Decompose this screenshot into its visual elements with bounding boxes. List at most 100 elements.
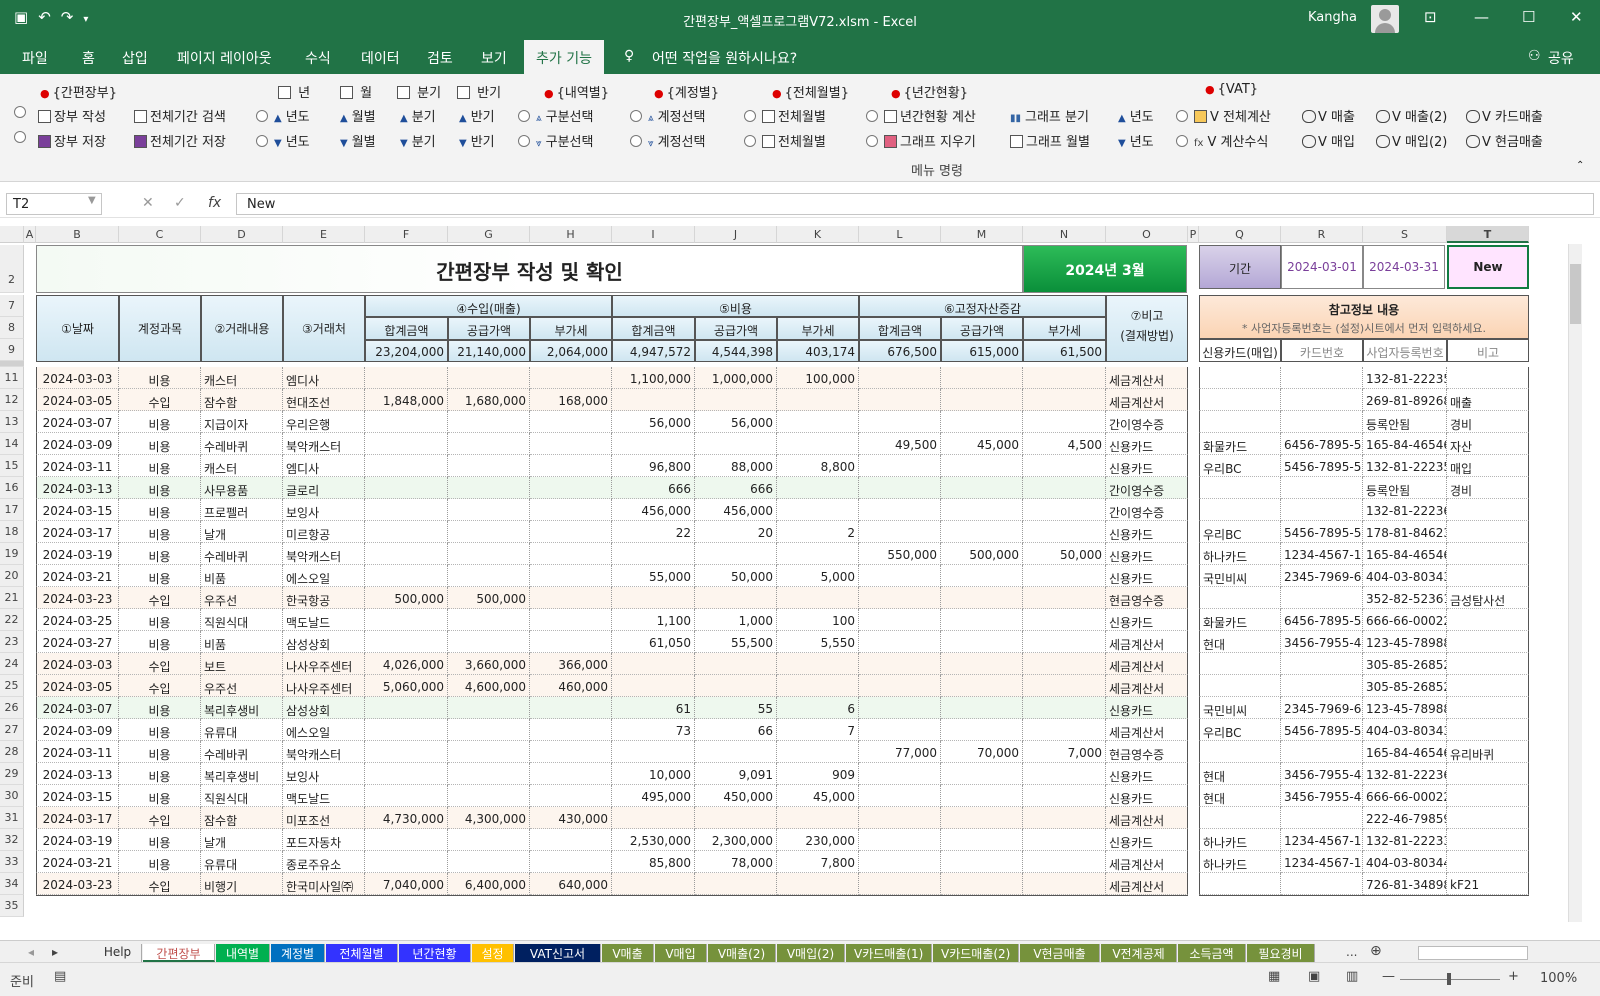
page-layout-view-icon[interactable]: ▣ bbox=[1308, 969, 1320, 984]
table-cell[interactable] bbox=[365, 851, 448, 873]
table-cell[interactable] bbox=[1199, 411, 1281, 433]
table-cell[interactable] bbox=[1023, 873, 1106, 895]
table-cell[interactable]: 자산 bbox=[1447, 433, 1529, 455]
page-break-view-icon[interactable]: ▥ bbox=[1346, 969, 1358, 984]
table-cell[interactable]: 96,800 bbox=[612, 455, 695, 477]
table-cell[interactable]: 2024-03-15 bbox=[36, 785, 119, 807]
table-cell[interactable] bbox=[1023, 521, 1106, 543]
table-cell[interactable]: 100,000 bbox=[777, 367, 859, 389]
table-cell[interactable]: 하나카드 bbox=[1199, 851, 1281, 873]
table-cell[interactable]: 신용카드 bbox=[1106, 455, 1188, 477]
table-cell[interactable] bbox=[448, 609, 530, 631]
table-cell[interactable]: 현대 bbox=[1199, 631, 1281, 653]
table-cell[interactable] bbox=[612, 807, 695, 829]
table-cell[interactable]: 세금계산서 bbox=[1106, 367, 1188, 389]
table-cell[interactable]: kF21 bbox=[1447, 873, 1529, 895]
table-cell[interactable] bbox=[1199, 653, 1281, 675]
table-cell[interactable] bbox=[448, 499, 530, 521]
year-up-button[interactable]: ▲ 년도 bbox=[256, 106, 310, 125]
table-cell[interactable] bbox=[365, 543, 448, 565]
table-cell[interactable]: 4,500 bbox=[1023, 433, 1106, 455]
table-cell[interactable] bbox=[941, 829, 1023, 851]
table-cell[interactable] bbox=[365, 433, 448, 455]
table-cell[interactable] bbox=[1199, 873, 1281, 895]
table-cell[interactable]: 2024-03-11 bbox=[36, 455, 119, 477]
table-cell[interactable]: 신용카드 bbox=[1106, 763, 1188, 785]
table-cell[interactable]: 수입 bbox=[119, 587, 201, 609]
table-cell[interactable] bbox=[1199, 367, 1281, 389]
table-cell[interactable]: 3,660,000 bbox=[448, 653, 530, 675]
table-cell[interactable]: 간이영수증 bbox=[1106, 499, 1188, 521]
table-cell[interactable] bbox=[1447, 829, 1529, 851]
table-cell[interactable]: 305-85-26852 bbox=[1363, 675, 1447, 697]
table-cell[interactable] bbox=[1281, 741, 1363, 763]
table-cell[interactable] bbox=[365, 455, 448, 477]
select-all-corner[interactable] bbox=[0, 226, 24, 243]
table-cell[interactable]: 신용카드 bbox=[1106, 785, 1188, 807]
table-cell[interactable] bbox=[530, 785, 612, 807]
table-cell[interactable] bbox=[365, 741, 448, 763]
table-cell[interactable] bbox=[1023, 697, 1106, 719]
table-cell[interactable] bbox=[530, 741, 612, 763]
table-cell[interactable]: 404-03-80344 bbox=[1363, 851, 1447, 873]
table-cell[interactable]: 9,091 bbox=[695, 763, 777, 785]
table-cell[interactable] bbox=[612, 543, 695, 565]
table-cell[interactable]: 금성탐사선 bbox=[1447, 587, 1529, 609]
table-cell[interactable]: 우리BC bbox=[1199, 719, 1281, 741]
full-period-save-button[interactable]: 전체기간 저장 bbox=[134, 131, 226, 150]
table-cell[interactable]: 비품 bbox=[201, 631, 283, 653]
table-cell[interactable] bbox=[448, 763, 530, 785]
share-icon[interactable]: ⚇ bbox=[1528, 48, 1541, 64]
row-header[interactable]: 9 bbox=[0, 339, 24, 361]
table-cell[interactable] bbox=[1199, 389, 1281, 411]
table-cell[interactable] bbox=[777, 741, 859, 763]
table-cell[interactable]: 직원식대 bbox=[201, 609, 283, 631]
account-select-up-button[interactable]: ⩓ 계정선택 bbox=[630, 106, 705, 125]
table-cell[interactable]: 한국항공 bbox=[283, 587, 365, 609]
table-cell[interactable]: 복리후생비 bbox=[201, 763, 283, 785]
table-cell[interactable] bbox=[365, 829, 448, 851]
row-header[interactable]: 34 bbox=[0, 873, 24, 895]
row-header[interactable]: 7 bbox=[0, 295, 24, 317]
table-cell[interactable]: 수레바퀴 bbox=[201, 543, 283, 565]
row-header[interactable]: 31 bbox=[0, 807, 24, 829]
table-cell[interactable] bbox=[859, 367, 941, 389]
sheet-tab[interactable]: 소득금액 bbox=[1178, 944, 1246, 962]
row-header[interactable]: 30 bbox=[0, 785, 24, 807]
table-cell[interactable]: 경비 bbox=[1447, 477, 1529, 499]
row-header[interactable]: 23 bbox=[0, 631, 24, 653]
table-cell[interactable] bbox=[1281, 411, 1363, 433]
table-cell[interactable]: 178-81-84623 bbox=[1363, 521, 1447, 543]
table-cell[interactable]: 165-84-46546 bbox=[1363, 741, 1447, 763]
table-cell[interactable]: 신용카드 bbox=[1106, 829, 1188, 851]
quarter-up-button[interactable]: ▲ 분기 bbox=[400, 106, 436, 125]
tab-page-layout[interactable]: 페이지 레이아웃 bbox=[177, 48, 272, 68]
table-cell[interactable] bbox=[1447, 675, 1529, 697]
table-cell[interactable] bbox=[1281, 477, 1363, 499]
table-cell[interactable]: 4,026,000 bbox=[365, 653, 448, 675]
table-cell[interactable]: 신용카드 bbox=[1106, 521, 1188, 543]
table-cell[interactable]: 404-03-80343 bbox=[1363, 565, 1447, 587]
table-cell[interactable] bbox=[941, 587, 1023, 609]
table-cell[interactable] bbox=[1023, 807, 1106, 829]
table-cell[interactable]: 1,000 bbox=[695, 609, 777, 631]
table-cell[interactable] bbox=[1023, 609, 1106, 631]
table-cell[interactable] bbox=[859, 653, 941, 675]
table-cell[interactable]: 비용 bbox=[119, 367, 201, 389]
column-header[interactable]: C bbox=[119, 226, 201, 243]
table-cell[interactable]: 잠수함 bbox=[201, 389, 283, 411]
row-header[interactable]: 13 bbox=[0, 411, 24, 433]
table-cell[interactable] bbox=[941, 631, 1023, 653]
all-monthly-down-button[interactable]: 전체월별 bbox=[744, 131, 826, 150]
table-cell[interactable] bbox=[859, 521, 941, 543]
table-cell[interactable]: 8,800 bbox=[777, 455, 859, 477]
table-cell[interactable] bbox=[859, 455, 941, 477]
table-cell[interactable]: 보잉사 bbox=[283, 763, 365, 785]
table-cell[interactable]: 나사우주센터 bbox=[283, 675, 365, 697]
table-cell[interactable] bbox=[365, 521, 448, 543]
table-cell[interactable]: 세금계산서 bbox=[1106, 675, 1188, 697]
table-cell[interactable]: 비용 bbox=[119, 521, 201, 543]
table-cell[interactable]: 2024-03-27 bbox=[36, 631, 119, 653]
table-cell[interactable]: 2024-03-17 bbox=[36, 521, 119, 543]
table-cell[interactable]: 7 bbox=[777, 719, 859, 741]
